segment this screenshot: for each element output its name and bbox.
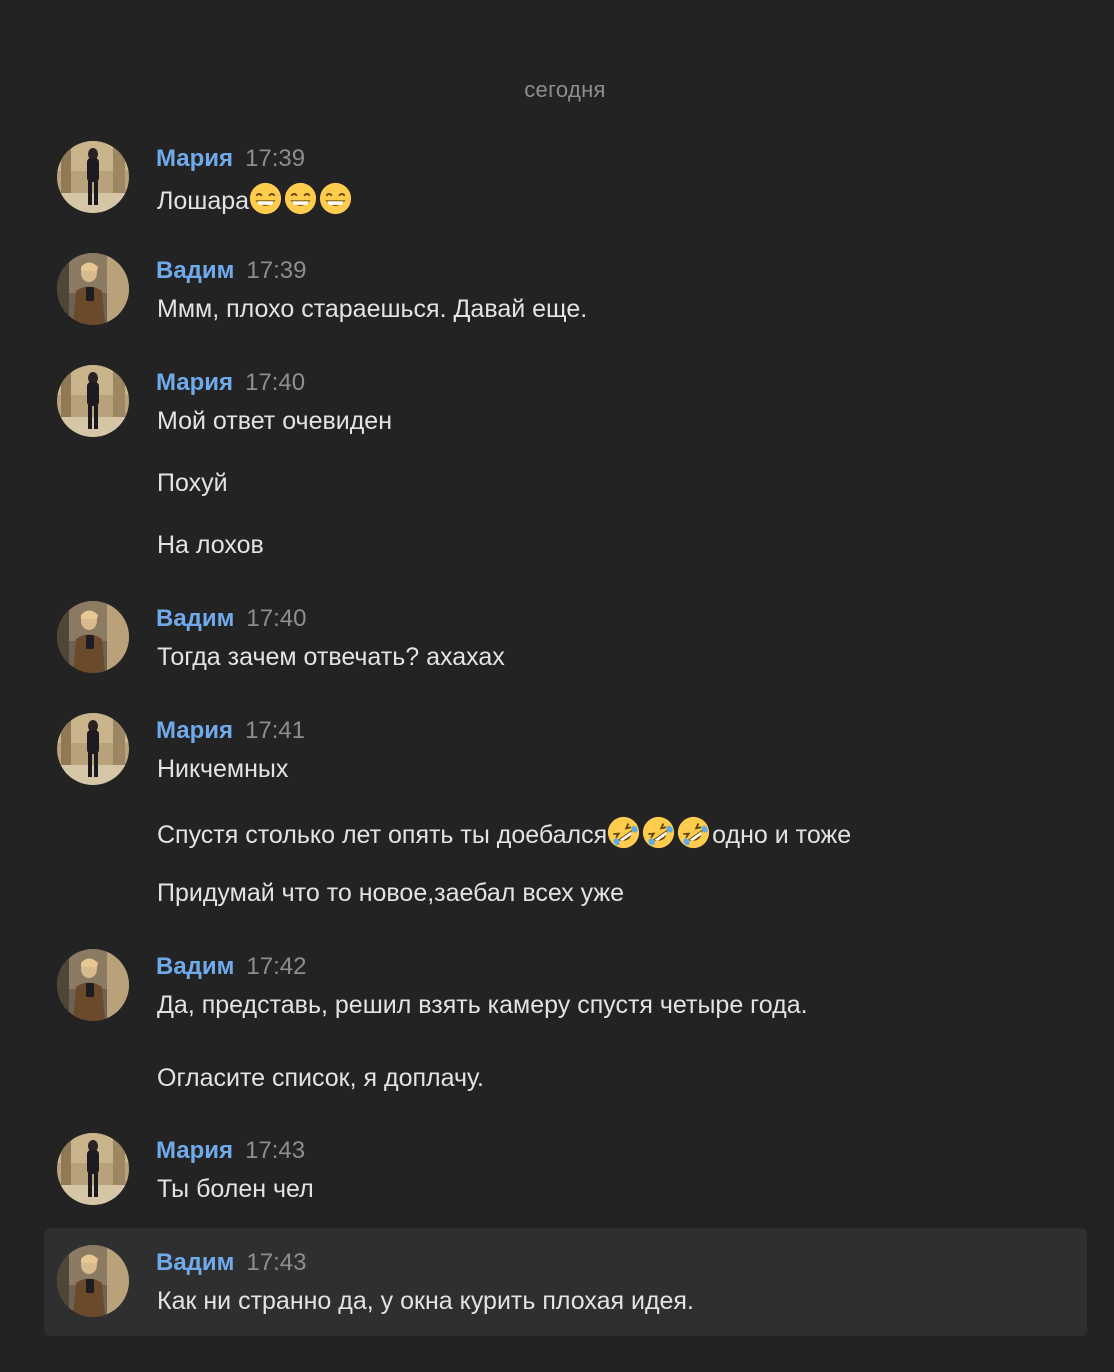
message-group[interactable]: Вадим 17:39 Ммм, плохо стараешься. Давай …	[44, 253, 1087, 329]
message-header: Вадим 17:40	[156, 605, 306, 633]
avatar[interactable]	[57, 601, 129, 673]
message-text-part: одно и тоже	[712, 821, 852, 849]
message-header: Вадим 17:43	[156, 1249, 306, 1277]
message-text: Придумай что то новое,заебал всех уже	[157, 879, 625, 907]
message-text: Мой ответ очевиден	[157, 407, 393, 435]
message-header: Мария 17:41	[156, 717, 305, 745]
author-name[interactable]: Мария	[156, 1137, 233, 1164]
message-text: Лошара	[157, 182, 354, 216]
rolling-laughing-emoji	[677, 816, 710, 849]
message-text: Как ни странно да, у окна курить плохая …	[157, 1287, 694, 1315]
message-group[interactable]: Мария 17:41 Никчемных Спустя столько лет …	[44, 713, 1087, 913]
author-name[interactable]: Вадим	[156, 953, 234, 980]
avatar[interactable]	[57, 141, 129, 213]
message-text: Ммм, плохо стараешься. Давай еще.	[157, 295, 588, 323]
author-name[interactable]: Вадим	[156, 1249, 234, 1276]
date-separator: сегодня	[524, 77, 606, 102]
message-group[interactable]: Вадим 17:42 Да, представь, решил взять ка…	[44, 949, 1087, 1099]
message-text: Похуй	[157, 469, 228, 497]
message-text: На лохов	[157, 531, 264, 559]
author-name[interactable]: Вадим	[156, 605, 234, 632]
message-text: Тогда зачем отвечать? ахахах	[157, 643, 505, 671]
message-time: 17:41	[245, 717, 306, 744]
message-text: Никчемных	[157, 755, 289, 783]
author-name[interactable]: Мария	[156, 717, 233, 744]
message-text: Ты болен чел	[157, 1175, 314, 1203]
message-time: 17:39	[245, 145, 306, 172]
avatar[interactable]	[57, 949, 129, 1021]
message-time: 17:43	[246, 1249, 307, 1276]
message-group[interactable]: Вадим 17:40 Тогда зачем отвечать? ахахах	[44, 601, 1087, 677]
author-name[interactable]: Мария	[156, 369, 233, 396]
avatar[interactable]	[57, 713, 129, 785]
message-text: Спустя столько лет опять ты доебался одно…	[157, 816, 851, 850]
message-time: 17:40	[245, 369, 306, 396]
message-time: 17:40	[246, 605, 307, 632]
avatar[interactable]	[57, 365, 129, 437]
message-header: Мария 17:40	[156, 369, 305, 397]
message-group-highlighted[interactable]: Вадим 17:43 Как ни странно да, у окна кур…	[44, 1228, 1087, 1336]
avatar[interactable]	[57, 253, 129, 325]
rolling-laughing-emoji	[607, 816, 640, 849]
avatar[interactable]	[57, 1133, 129, 1205]
message-header: Вадим 17:39	[156, 257, 306, 285]
message-group[interactable]: Мария 17:43 Ты болен чел	[44, 1133, 1087, 1209]
grinning-face-emoji	[249, 182, 282, 215]
message-time: 17:43	[245, 1137, 306, 1164]
message-group[interactable]: Мария 17:39 Лошара	[44, 141, 1087, 217]
author-name[interactable]: Мария	[156, 145, 233, 172]
message-header: Мария 17:39	[156, 145, 305, 173]
message-group[interactable]: Мария 17:40 Мой ответ очевиден Похуй На л…	[44, 365, 1087, 565]
avatar[interactable]	[57, 1245, 129, 1317]
message-text: Да, представь, решил взять камеру спустя…	[157, 991, 808, 1019]
message-time: 17:42	[246, 953, 307, 980]
rolling-laughing-emoji	[642, 816, 675, 849]
message-header: Мария 17:43	[156, 1137, 305, 1165]
grinning-face-emoji	[319, 182, 352, 215]
grinning-face-emoji	[284, 182, 317, 215]
message-text: Огласите список, я доплачу.	[157, 1064, 484, 1092]
message-header: Вадим 17:42	[156, 953, 306, 981]
message-text-part: Спустя столько лет опять ты доебался	[157, 821, 608, 849]
author-name[interactable]: Вадим	[156, 257, 234, 284]
message-time: 17:39	[246, 257, 307, 284]
message-text-part: Лошара	[157, 187, 250, 215]
